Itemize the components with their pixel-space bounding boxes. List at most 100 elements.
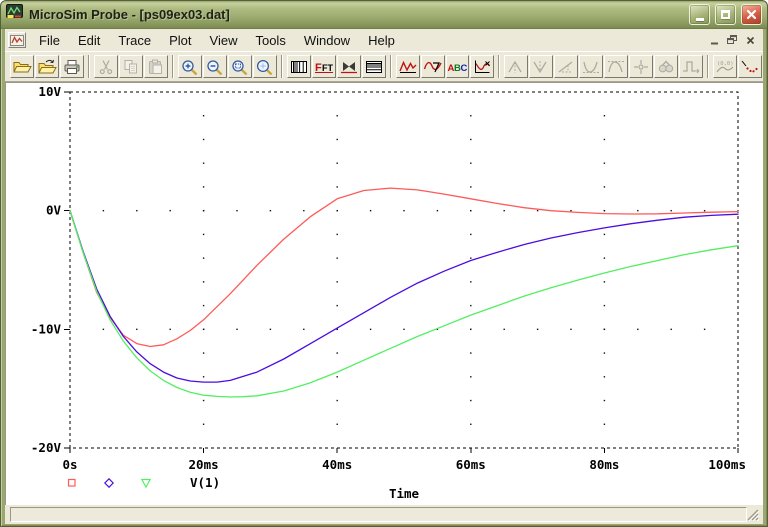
close-button[interactable] (741, 4, 762, 25)
svg-text:80ms: 80ms (589, 457, 619, 472)
cursor-point-button[interactable] (629, 55, 653, 78)
menu-trace[interactable]: Trace (109, 31, 160, 50)
mdi-minimize-button[interactable] (706, 33, 723, 48)
cursor-point-icon (631, 59, 651, 75)
menu-file[interactable]: File (30, 31, 69, 50)
cursor-max-icon (606, 59, 626, 75)
copy-icon (121, 59, 141, 75)
open-icon (12, 59, 32, 75)
cursor-min-button[interactable] (579, 55, 603, 78)
cursor-peak-button[interactable] (504, 55, 528, 78)
toolbar-separator (707, 55, 709, 78)
cursor-transition-button[interactable] (679, 55, 703, 78)
toggle-cursor-button[interactable] (470, 55, 494, 78)
copy-button[interactable] (119, 55, 143, 78)
svg-text:40ms: 40ms (322, 457, 352, 472)
paste-button[interactable] (144, 55, 168, 78)
open-append-icon (37, 59, 57, 75)
titlebar[interactable]: MicroSim Probe - [ps09ex03.dat] (1, 1, 767, 29)
mark-data-points-button[interactable] (738, 55, 762, 78)
toolbar-separator (498, 55, 500, 78)
trace-legend: V(1) (67, 475, 220, 490)
menu-window[interactable]: Window (295, 31, 359, 50)
log-y-axis-icon (364, 59, 384, 75)
eval-goal-function-icon (423, 59, 443, 75)
zoom-area-button[interactable] (228, 55, 252, 78)
zoom-fit-icon (255, 59, 275, 75)
log-x-axis-button[interactable] (287, 55, 311, 78)
plot-client-area: 0s20ms40ms60ms80ms100ms10V0V-10V-20V V(1… (5, 82, 763, 505)
cursor-slope-button[interactable] (554, 55, 578, 78)
mdi-close-button[interactable] (742, 33, 759, 48)
insert-text-label-button[interactable]: A B C (446, 55, 470, 78)
zoom-fit-button[interactable] (253, 55, 277, 78)
menu-plot[interactable]: Plot (160, 31, 200, 50)
window-title: MicroSim Probe - [ps09ex03.dat] (29, 7, 684, 22)
toolbar-separator (281, 55, 283, 78)
cursor-peak-icon (506, 59, 526, 75)
minimize-icon (696, 18, 704, 21)
label-coordinates-button[interactable]: (0,0) (713, 55, 737, 78)
toolbar-separator (390, 55, 392, 78)
log-y-axis-button[interactable] (362, 55, 386, 78)
maximize-button[interactable] (715, 4, 736, 25)
plot-canvas[interactable]: 0s20ms40ms60ms80ms100ms10V0V-10V-20V (5, 82, 763, 505)
svg-text:-20V: -20V (31, 440, 62, 455)
trace-name-label[interactable]: V(1) (190, 475, 220, 490)
menu-help[interactable]: Help (359, 31, 404, 50)
toolbar-separator (88, 55, 90, 78)
cursor-transition-icon (681, 59, 701, 75)
log-x-axis-icon (289, 59, 309, 75)
resize-grip[interactable] (747, 509, 759, 521)
zoom-out-icon (205, 59, 225, 75)
cursor-min-icon (581, 59, 601, 75)
zoom-out-button[interactable] (203, 55, 227, 78)
svg-text:100ms: 100ms (708, 457, 746, 472)
eval-goal-function-button[interactable] (421, 55, 445, 78)
cursor-trough-button[interactable] (529, 55, 553, 78)
svg-text:-10V: -10V (31, 321, 62, 336)
menubar: File Edit Trace Plot View Tools Window H… (5, 29, 763, 51)
mdi-restore-button[interactable] (724, 33, 741, 48)
triangle-down-marker-icon[interactable] (141, 478, 151, 488)
diamond-marker-icon[interactable] (104, 478, 114, 488)
cut-button[interactable] (94, 55, 118, 78)
performance-analysis-icon (339, 59, 359, 75)
toolbar-separator (172, 55, 174, 78)
svg-text:60ms: 60ms (456, 457, 486, 472)
svg-text:0s: 0s (62, 457, 77, 472)
zoom-area-icon (230, 59, 250, 75)
svg-text:10V: 10V (38, 84, 61, 99)
svg-text:0V: 0V (46, 203, 62, 218)
toggle-cursor-icon (472, 59, 492, 75)
fourier-icon: F FT (314, 59, 334, 75)
performance-analysis-button[interactable] (337, 55, 361, 78)
add-trace-icon (398, 59, 418, 75)
close-icon (746, 9, 757, 20)
toolbar: F FT (5, 51, 763, 82)
menu-edit[interactable]: Edit (69, 31, 109, 50)
cursor-search-button[interactable] (654, 55, 678, 78)
svg-text:(0,0): (0,0) (717, 61, 734, 67)
open-button[interactable] (10, 55, 34, 78)
menu-tools[interactable]: Tools (246, 31, 294, 50)
mdi-document-button[interactable] (8, 32, 26, 48)
square-marker-icon[interactable] (67, 478, 77, 488)
statusbar (5, 505, 763, 524)
mdi-close-icon (746, 36, 755, 45)
cursor-trough-icon (531, 59, 551, 75)
probe-window: MicroSim Probe - [ps09ex03.dat] File Edi… (0, 0, 768, 527)
print-button[interactable] (60, 55, 84, 78)
paste-icon (146, 59, 166, 75)
add-trace-button[interactable] (396, 55, 420, 78)
cursor-max-button[interactable] (604, 55, 628, 78)
zoom-in-button[interactable] (178, 55, 202, 78)
zoom-in-icon (180, 59, 200, 75)
print-icon (62, 59, 82, 75)
maximize-icon (721, 10, 730, 19)
open-append-button[interactable] (35, 55, 59, 78)
menu-view[interactable]: View (201, 31, 247, 50)
minimize-button[interactable] (689, 4, 710, 25)
fourier-button[interactable]: F FT (312, 55, 336, 78)
label-coordinates-icon: (0,0) (715, 59, 735, 75)
